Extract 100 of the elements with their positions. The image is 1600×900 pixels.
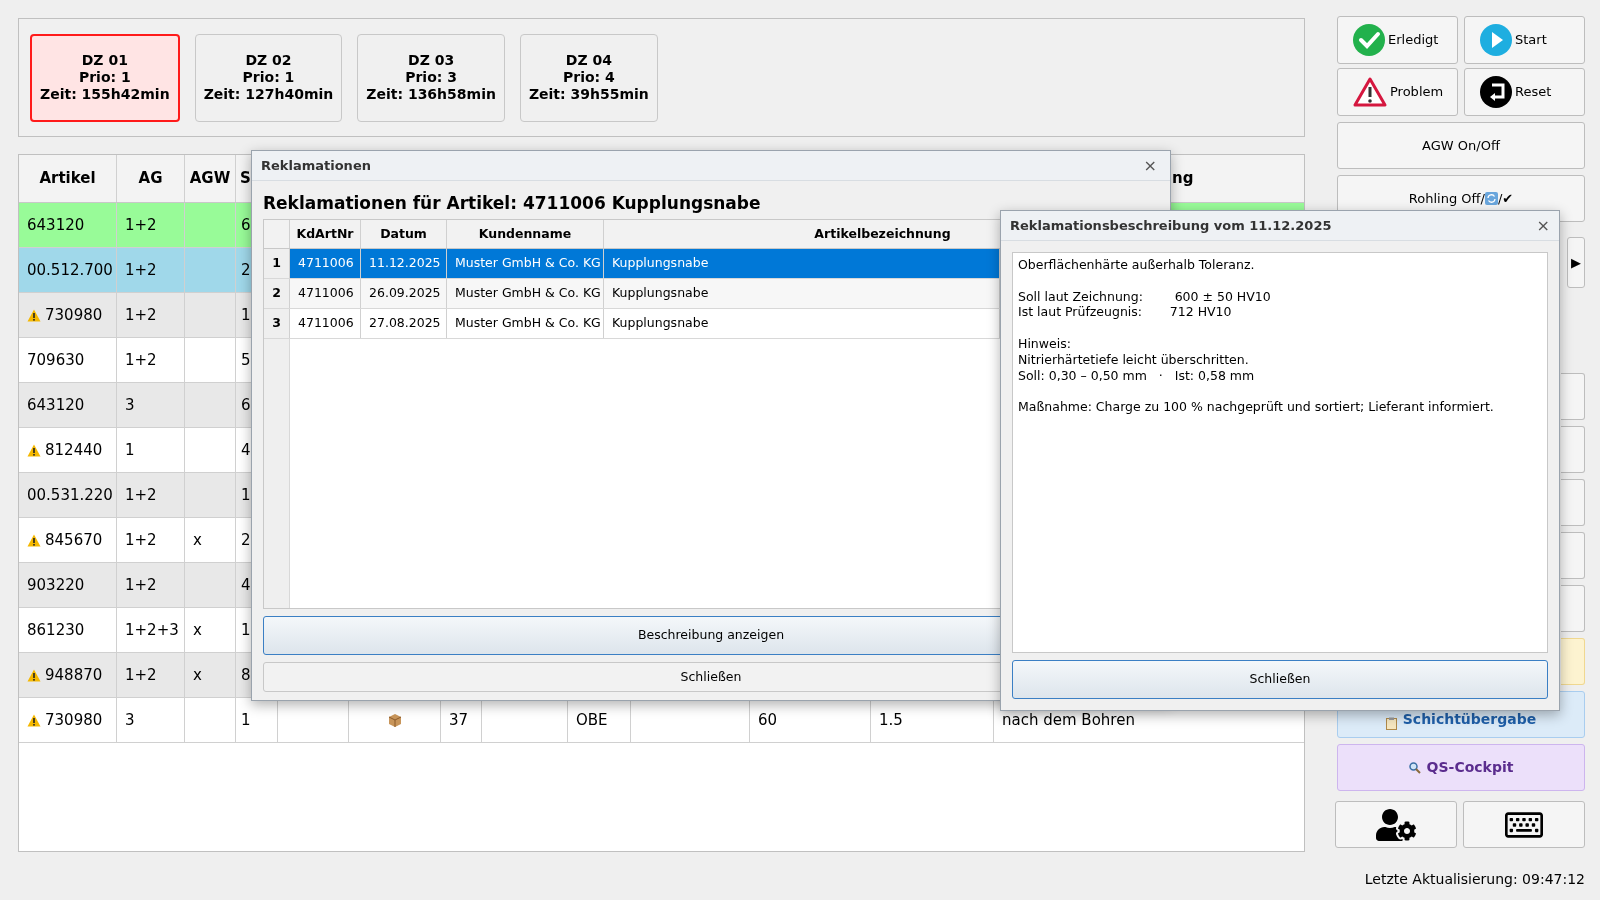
- table-cell-text: 4: [241, 439, 251, 461]
- search-icon: [1408, 761, 1421, 774]
- table-cell-text: 3: [125, 709, 135, 731]
- table-cell-text: nach dem Bohren: [1002, 709, 1135, 731]
- table-cell-text: x: [193, 664, 202, 686]
- table-cell-text: 60: [758, 709, 778, 731]
- table-cell-text: 2: [241, 529, 251, 551]
- panel-button[interactable]: [1561, 373, 1585, 420]
- table-cell-text: 861230: [27, 619, 85, 641]
- play-icon: [1479, 23, 1513, 57]
- description-box[interactable]: [1012, 252, 1548, 653]
- panel-button[interactable]: [1561, 585, 1585, 632]
- zone-card[interactable]: DZ 03 Prio: 3 Zeit: 136h58min: [357, 33, 505, 122]
- table-cell: Kupplungsnabe: [612, 284, 709, 303]
- action-button[interactable]: Reset: [1464, 68, 1585, 116]
- dialog-title: Reklamationen: [261, 156, 371, 175]
- warning-icon: [27, 713, 41, 727]
- table-cell: Kupplungsnabe: [612, 254, 709, 273]
- table-cell-text: 643120: [27, 394, 85, 416]
- table-cell-text: 6: [241, 394, 251, 416]
- table-cell-text: 00.512.700: [27, 259, 113, 281]
- zone-card[interactable]: DZ 02 Prio: 1 Zeit: 127h40min: [194, 33, 343, 122]
- table-cell-text: 8: [241, 664, 251, 686]
- qs-cockpit-button[interactable]: QS-Cockpit: [1337, 744, 1585, 791]
- table-cell-text: 00.531.220: [27, 484, 113, 506]
- table-cell-text: x: [193, 619, 202, 641]
- table-cell-text: 4: [241, 574, 251, 596]
- row-number: 2: [272, 284, 281, 303]
- table-cell-text: x: [193, 529, 202, 551]
- table-cell-text: 1+2: [125, 484, 157, 506]
- row-number: 1: [272, 254, 281, 273]
- last-update-text: Letzte Aktualisierung: 09:47:12: [1364, 870, 1585, 889]
- keyboard-button[interactable]: [1463, 801, 1585, 848]
- table-cell-text: 1+2: [125, 259, 157, 281]
- reset-icon: [1479, 75, 1513, 109]
- check-icon: [1352, 23, 1386, 57]
- user-settings-button[interactable]: [1335, 801, 1457, 848]
- table-cell: 27.08.2025: [369, 314, 441, 333]
- table-cell-text: 948870: [45, 664, 103, 686]
- table-cell-text: 1+2: [125, 664, 157, 686]
- zone-card[interactable]: DZ 04 Prio: 4 Zeit: 39h55min: [519, 33, 658, 122]
- table-cell: Muster GmbH & Co. KG: [455, 314, 601, 333]
- table-cell-text: 3: [125, 394, 135, 416]
- table-cell-text: 1+2: [125, 304, 157, 326]
- column-header[interactable]: KdArtNr: [296, 224, 354, 244]
- complaint-row[interactable]: 1 4711006 11.12.2025 Muster GmbH & Co. KG Kupplungsnabe: [264, 249, 1000, 279]
- action-button[interactable]: Problem: [1337, 68, 1458, 116]
- close-dialog-button[interactable]: Schließen: [1012, 660, 1548, 699]
- table-cell: Muster GmbH & Co. KG: [455, 254, 601, 273]
- toggle-button[interactable]: AGW On/Off: [1337, 122, 1585, 169]
- package-icon: [387, 713, 402, 727]
- panel-button[interactable]: [1561, 479, 1585, 526]
- table-cell-text: 1+2: [125, 529, 157, 551]
- column-header[interactable]: AG: [138, 167, 163, 190]
- warning-icon: [1352, 76, 1388, 108]
- table-cell: 4711006: [298, 314, 354, 333]
- table-cell-text: 845670: [45, 529, 103, 551]
- action-button[interactable]: Erledigt: [1337, 16, 1458, 64]
- panel-button[interactable]: [1561, 426, 1585, 473]
- table-cell: Muster GmbH & Co. KG: [455, 284, 601, 303]
- table-cell-text: 1+2: [125, 349, 157, 371]
- table-cell: 4711006: [298, 254, 354, 273]
- column-header[interactable]: S: [240, 167, 251, 190]
- column-header[interactable]: Artikelbezeichnung: [814, 224, 951, 244]
- table-cell-text: 1.5: [879, 709, 903, 731]
- warning-icon: [27, 308, 41, 322]
- table-cell: 11.12.2025: [369, 254, 441, 273]
- action-button[interactable]: Start: [1464, 16, 1585, 64]
- table-cell-text: 643120: [27, 214, 85, 236]
- table-cell-text: 709630: [27, 349, 85, 371]
- complaint-row[interactable]: 3 4711006 27.08.2025 Muster GmbH & Co. KG Kupplungsnabe: [264, 309, 1000, 339]
- table-cell-text: 1: [241, 709, 251, 731]
- column-header[interactable]: Datum: [380, 224, 427, 244]
- table-cell-text: 1: [241, 304, 251, 326]
- panel-button[interactable]: [1561, 532, 1585, 579]
- complaint-row[interactable]: 2 4711006 26.09.2025 Muster GmbH & Co. KG Kupplungsnabe: [264, 279, 1000, 309]
- table-cell-text: 730980: [45, 304, 103, 326]
- panel-button[interactable]: [1561, 638, 1585, 685]
- dialog-heading: Reklamationen für Artikel: 4711006 Kupplungsnabe: [263, 192, 762, 216]
- column-header[interactable]: AGW: [189, 167, 231, 190]
- table-cell-text: 37: [449, 709, 469, 731]
- arrow-button[interactable]: ▶: [1567, 237, 1585, 288]
- table-cell-text: 1+2: [125, 574, 157, 596]
- close-button[interactable]: ×: [1143, 153, 1157, 178]
- column-header[interactable]: ng: [1172, 167, 1194, 190]
- warning-icon: [27, 533, 41, 547]
- table-cell-text: 1+2: [125, 214, 157, 236]
- table-cell-text: 1: [241, 484, 251, 506]
- table-cell: Kupplungsnabe: [612, 314, 709, 333]
- table-cell-text: 1: [241, 619, 251, 641]
- column-header[interactable]: Artikel: [39, 167, 96, 190]
- refresh-icon: [1484, 192, 1498, 205]
- zone-card[interactable]: DZ 01 Prio: 1 Zeit: 155h42min: [30, 33, 180, 122]
- dialog-title: Reklamationsbeschreibung vom 11.12.2025: [1010, 216, 1332, 235]
- table-cell-text: 903220: [27, 574, 85, 596]
- table-cell: 26.09.2025: [369, 284, 441, 303]
- table-cell-text: 6: [241, 214, 251, 236]
- row-number: 3: [272, 314, 281, 333]
- column-header[interactable]: Kundenname: [478, 224, 572, 244]
- warning-icon: [27, 443, 41, 457]
